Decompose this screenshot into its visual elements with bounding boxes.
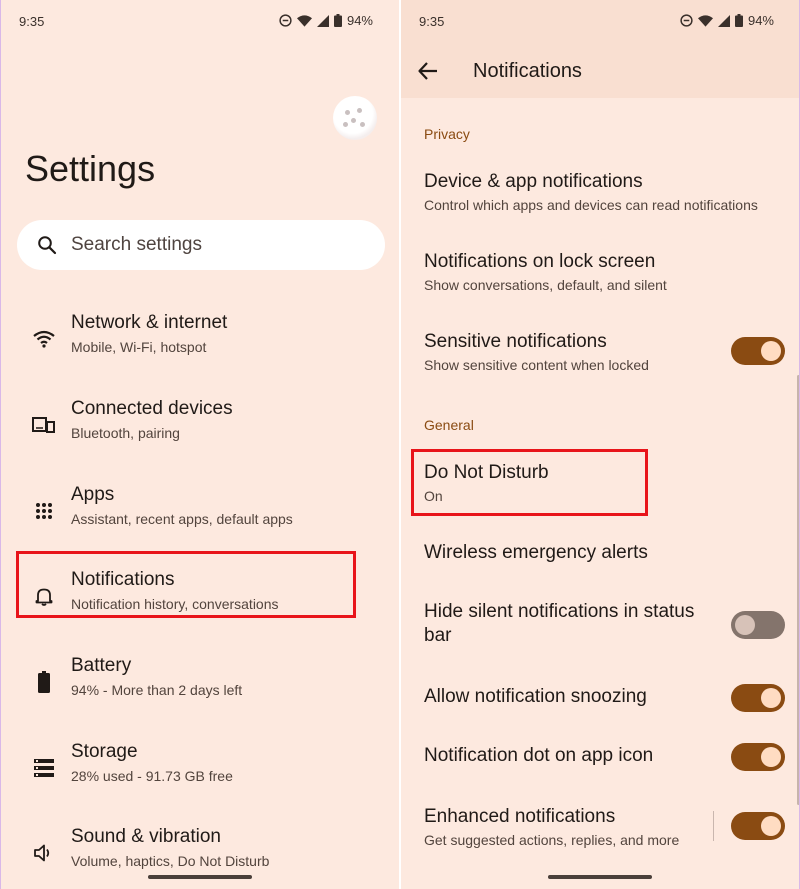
item-title: Network & internet [71,312,228,333]
wifi-status-icon [697,14,713,27]
dnd-icon [680,14,693,27]
pref-notification-dot[interactable]: Notification dot on app icon [401,743,799,774]
pref-wireless-emergency-alerts[interactable]: Wireless emergency alerts [401,541,799,571]
search-placeholder: Search settings [71,234,202,255]
section-header-privacy: Privacy [424,126,470,142]
pref-title: Allow notification snoozing [424,686,647,707]
item-subtitle: 94% - More than 2 days left [71,682,243,698]
page-title: Settings [25,148,156,189]
battery-status-icon [333,14,342,27]
page-title: Notifications [473,60,582,82]
battery-percent: 94% [346,13,373,28]
app-bar: 9:35 94% Notifications [401,0,799,98]
dnd-icon [279,14,292,27]
item-title: Battery [71,655,132,676]
wifi-status-icon [296,14,312,27]
status-bar: 94% [401,0,799,44]
pref-notification-snoozing[interactable]: Allow notification snoozing [401,684,799,715]
pref-subtitle: Show conversations, default, and silent [424,277,667,293]
status-icons: 94% [680,13,774,28]
item-title: Connected devices [71,398,233,419]
pref-title: Device & app notifications [424,171,643,192]
speaker-icon [31,840,57,866]
settings-item-apps[interactable]: Apps Assistant, recent apps, default app… [1,478,399,544]
toggle-knob [761,747,781,767]
pref-title: Notifications on lock screen [424,251,656,272]
toggle-divider [713,811,714,841]
apps-grid-icon [31,498,57,524]
wifi-icon [31,326,57,352]
signal-icon [316,14,329,27]
toggle-knob [761,341,781,361]
pref-hide-silent-notifications[interactable]: Hide silent notifications in status bar [401,600,799,650]
item-subtitle: Mobile, Wi-Fi, hotspot [71,339,207,355]
devices-icon [31,412,57,438]
avatar[interactable] [333,96,377,140]
item-title: Sound & vibration [71,826,221,847]
status-bar: 9:35 94% [1,0,399,44]
status-icons: 94% [279,13,373,28]
toggle-switch-on[interactable] [731,337,785,365]
pref-subtitle: Control which apps and devices can read … [424,197,758,213]
settings-screen: 9:35 94% Settings Search settings Networ… [0,0,399,889]
pref-sensitive-notifications[interactable]: Sensitive notifications Show sensitive c… [401,330,799,380]
item-subtitle: 28% used - 91.73 GB free [71,768,233,784]
toggle-switch-off[interactable] [731,611,785,639]
item-subtitle: Volume, haptics, Do Not Disturb [71,853,270,869]
storage-icon [31,755,57,781]
item-subtitle: Assistant, recent apps, default apps [71,511,293,527]
item-title: Apps [71,484,115,505]
pref-subtitle: Get suggested actions, replies, and more [424,832,680,848]
toggle-knob [735,615,755,635]
notifications-screen: 9:35 94% Notifications Privacy Device & … [401,0,800,889]
pref-title: Enhanced notifications [424,806,616,827]
pref-title: Notification dot on app icon [424,745,654,766]
status-time: 9:35 [19,14,45,29]
pref-subtitle: Show sensitive content when locked [424,357,649,373]
toggle-knob [761,816,781,836]
search-bar[interactable]: Search settings [17,220,385,270]
battery-percent: 94% [747,13,774,28]
item-subtitle: Bluetooth, pairing [71,425,180,441]
pref-title: Wireless emergency alerts [424,542,648,563]
search-icon [38,236,57,255]
back-arrow-icon[interactable] [417,60,439,82]
toggle-switch-on[interactable] [731,743,785,771]
highlight-box-notifications [16,551,356,618]
gesture-handle[interactable] [148,875,252,879]
toggle-knob [761,688,781,708]
signal-icon [717,14,730,27]
pref-lock-screen-notifications[interactable]: Notifications on lock screen Show conver… [401,250,799,300]
settings-item-storage[interactable]: Storage 28% used - 91.73 GB free [1,735,399,801]
battery-status-icon [734,14,743,27]
highlight-box-do-not-disturb [411,449,648,516]
settings-item-network[interactable]: Network & internet Mobile, Wi-Fi, hotspo… [1,306,399,372]
pref-enhanced-notifications[interactable]: Enhanced notifications Get suggested act… [401,805,799,855]
pref-device-app-notifications[interactable]: Device & app notifications Control which… [401,170,799,220]
battery-icon [31,669,57,695]
toggle-switch-on[interactable] [731,684,785,712]
section-header-general: General [424,417,474,433]
gesture-handle[interactable] [548,875,652,879]
item-title: Storage [71,741,138,762]
toggle-switch-on[interactable] [731,812,785,840]
settings-item-connected-devices[interactable]: Connected devices Bluetooth, pairing [1,392,399,458]
pref-title: Sensitive notifications [424,331,607,352]
settings-item-battery[interactable]: Battery 94% - More than 2 days left [1,649,399,715]
pref-title: Hide silent notifications in status bar [424,601,695,646]
